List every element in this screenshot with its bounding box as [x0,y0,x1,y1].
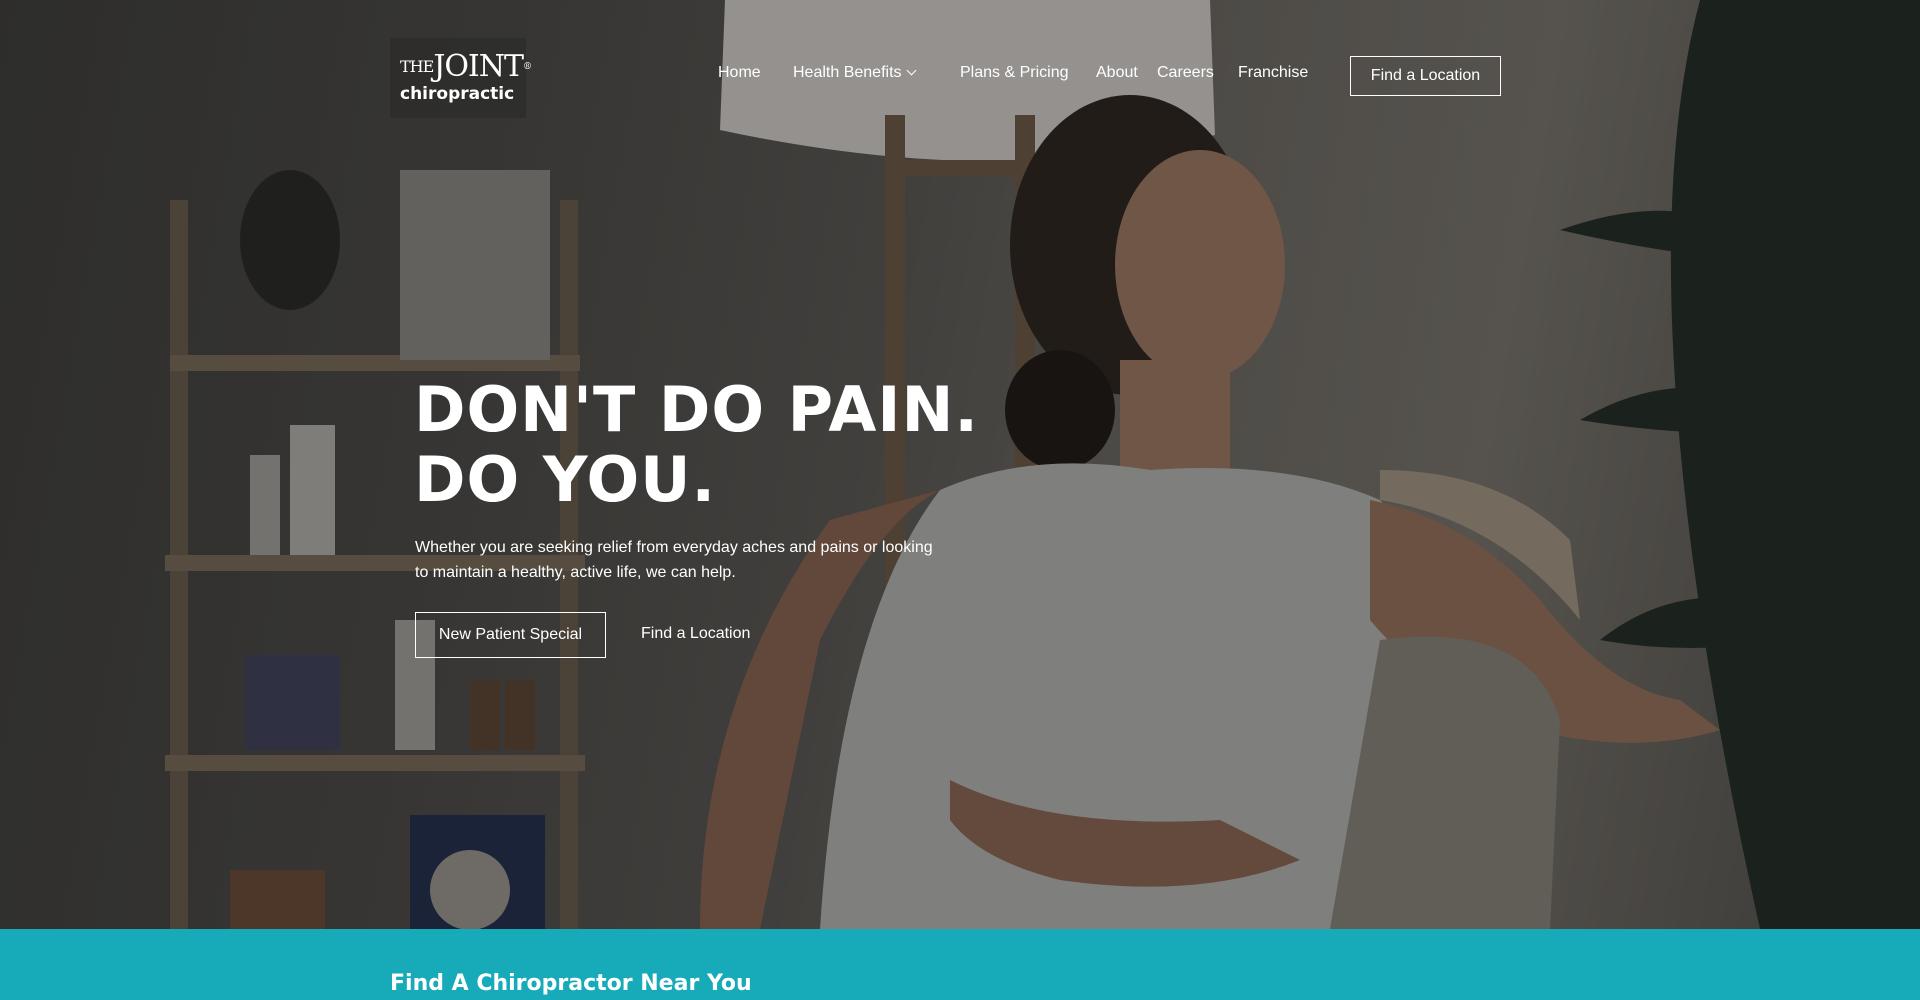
chevron-down-icon [906,65,916,76]
headline-line-1: DON'T DO PAIN. [414,373,979,446]
logo-wordmark: THEJOINT® [400,49,532,84]
new-patient-special-button[interactable]: New Patient Special [415,612,606,658]
find-location-button[interactable]: Find a Location [1350,56,1501,96]
nav-item-health-benefits[interactable]: Health Benefits [793,64,916,82]
nav-item-about[interactable]: About [1096,64,1138,82]
logo-subtitle: chiropractic [400,84,515,104]
hero-headline: DON'T DO PAIN. DO YOU. [414,375,1114,515]
hero-lede: Whether you are seeking relief from ever… [415,539,933,581]
nav-item-label: Health Benefits [793,64,902,81]
headline-line-2: DO YOU. [414,443,717,516]
find-chiropractor-section: Find A Chiropractor Near You [0,929,1920,1000]
nav-item-home[interactable]: Home [718,64,761,82]
brand-logo[interactable]: THEJOINT® chiropractic [390,38,532,118]
hero-find-location-link[interactable]: Find a Location [641,625,750,643]
section-title: Find A Chiropractor Near You [390,971,752,996]
nav-item-plans-pricing[interactable]: Plans & Pricing [960,64,1069,82]
nav-item-careers[interactable]: Careers [1157,64,1214,82]
nav-item-franchise[interactable]: Franchise [1238,64,1308,82]
